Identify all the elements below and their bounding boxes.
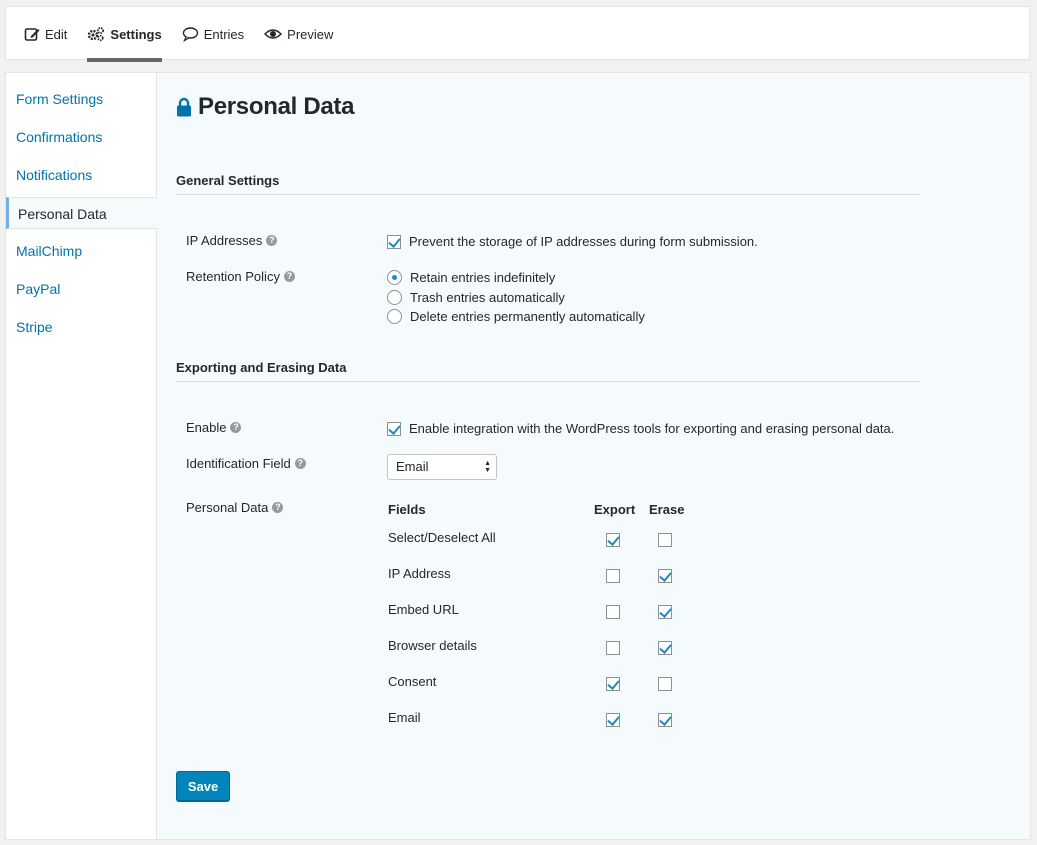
erase-checkbox-consent[interactable] <box>658 677 672 691</box>
erase-checkbox-embed-url[interactable] <box>658 605 672 619</box>
enable-integration-checkbox[interactable] <box>387 421 401 436</box>
table-row-field: Email <box>388 710 421 725</box>
export-erase-heading: Exporting and Erasing Data <box>176 360 920 382</box>
tab-edit[interactable]: Edit <box>24 7 67 61</box>
sidebar-item-notifications[interactable]: Notifications <box>6 159 156 191</box>
enable-label: Enable ? <box>186 420 242 435</box>
retention-option-delete-text: Delete entries permanently automatically <box>410 309 645 324</box>
ip-addresses-label-text: IP Addresses <box>186 233 263 248</box>
help-icon[interactable]: ? <box>294 458 306 469</box>
export-checkbox-ip-address[interactable] <box>606 569 620 583</box>
identification-field-label: Identification Field ? <box>186 456 306 471</box>
general-settings-heading: General Settings <box>176 173 920 195</box>
table-row-field: Consent <box>388 674 437 689</box>
table-row-field: IP Address <box>388 566 451 581</box>
identification-field-value: Email <box>396 459 429 474</box>
export-checkbox-select-all[interactable] <box>606 533 620 547</box>
ip-storage-option[interactable]: Prevent the storage of IP addresses duri… <box>387 234 758 249</box>
edit-icon <box>24 28 40 41</box>
help-icon[interactable]: ? <box>283 271 295 282</box>
table-row-field: Select/Deselect All <box>388 530 496 545</box>
identification-field-label-text: Identification Field <box>186 456 291 471</box>
retention-policy-label: Retention Policy ? <box>186 269 295 284</box>
save-button[interactable]: Save <box>176 771 230 801</box>
help-icon[interactable]: ? <box>266 235 278 246</box>
page-title-text: Personal Data <box>198 93 355 120</box>
personal-data-label-text: Personal Data <box>186 500 269 515</box>
export-checkbox-consent[interactable] <box>606 677 620 691</box>
lock-icon <box>177 97 191 117</box>
personal-data-label: Personal Data ? <box>186 500 284 515</box>
top-nav: Edit Settings Entries Preview <box>24 7 353 62</box>
export-column-header: Export <box>594 502 636 517</box>
export-checkbox-embed-url[interactable] <box>606 605 620 619</box>
identification-field-select[interactable]: Email ▲ ▼ <box>387 454 497 480</box>
retention-radio-delete[interactable] <box>387 309 402 324</box>
export-checkbox-email[interactable] <box>606 713 620 727</box>
enable-integration-option-text: Enable integration with the WordPress to… <box>409 421 895 436</box>
table-row-field: Browser details <box>388 638 477 653</box>
sidebar-item-stripe[interactable]: Stripe <box>6 311 156 343</box>
enable-label-text: Enable <box>186 420 227 435</box>
retention-radio-retain[interactable] <box>387 270 402 285</box>
eye-icon <box>264 29 283 39</box>
retention-option-trash[interactable]: Trash entries automatically <box>387 290 565 305</box>
sidebar-item-mailchimp[interactable]: MailChimp <box>6 235 156 267</box>
top-toolbar: Edit Settings Entries Preview <box>5 6 1030 62</box>
retention-option-retain[interactable]: Retain entries indefinitely <box>387 270 555 285</box>
retention-option-retain-text: Retain entries indefinitely <box>410 270 556 285</box>
export-checkbox-browser-details[interactable] <box>606 641 620 655</box>
tab-settings[interactable]: Settings <box>87 7 163 62</box>
table-row-field: Embed URL <box>388 602 459 617</box>
ip-storage-option-text: Prevent the storage of IP addresses duri… <box>409 234 758 249</box>
tab-entries-label: Entries <box>203 26 245 42</box>
tab-edit-label: Edit <box>45 26 68 42</box>
retention-radio-trash[interactable] <box>387 290 402 305</box>
tab-preview-label: Preview <box>287 26 334 42</box>
page-title: Personal Data <box>176 93 354 121</box>
tab-preview[interactable]: Preview <box>264 7 333 61</box>
tab-entries[interactable]: Entries <box>182 7 244 61</box>
retention-policy-label-text: Retention Policy <box>186 269 280 284</box>
erase-checkbox-email[interactable] <box>658 713 672 727</box>
enable-integration-option[interactable]: Enable integration with the WordPress to… <box>387 421 894 436</box>
retention-option-delete[interactable]: Delete entries permanently automatically <box>387 309 645 324</box>
settings-sidebar: Form Settings Confirmations Notification… <box>6 73 157 839</box>
fields-column-header: Fields <box>388 502 426 517</box>
tab-settings-label: Settings <box>110 26 162 42</box>
speech-bubble-icon <box>182 27 198 42</box>
erase-checkbox-browser-details[interactable] <box>658 641 672 655</box>
sidebar-item-confirmations[interactable]: Confirmations <box>6 121 156 153</box>
select-arrows-icon: ▲ ▼ <box>484 460 491 474</box>
sidebar-item-form-settings[interactable]: Form Settings <box>6 83 156 115</box>
ip-addresses-label: IP Addresses ? <box>186 233 278 248</box>
gear-icon <box>88 27 105 42</box>
erase-column-header: Erase <box>649 502 685 517</box>
sidebar-item-paypal[interactable]: PayPal <box>6 273 156 305</box>
help-icon[interactable]: ? <box>230 422 242 433</box>
settings-panel: Form Settings Confirmations Notification… <box>5 72 1031 840</box>
erase-checkbox-ip-address[interactable] <box>658 569 672 583</box>
ip-storage-checkbox[interactable] <box>387 234 401 249</box>
sidebar-item-personal-data[interactable]: Personal Data <box>6 197 157 229</box>
help-icon[interactable]: ? <box>272 502 284 513</box>
retention-option-trash-text: Trash entries automatically <box>410 290 565 305</box>
erase-checkbox-select-all[interactable] <box>658 533 672 547</box>
